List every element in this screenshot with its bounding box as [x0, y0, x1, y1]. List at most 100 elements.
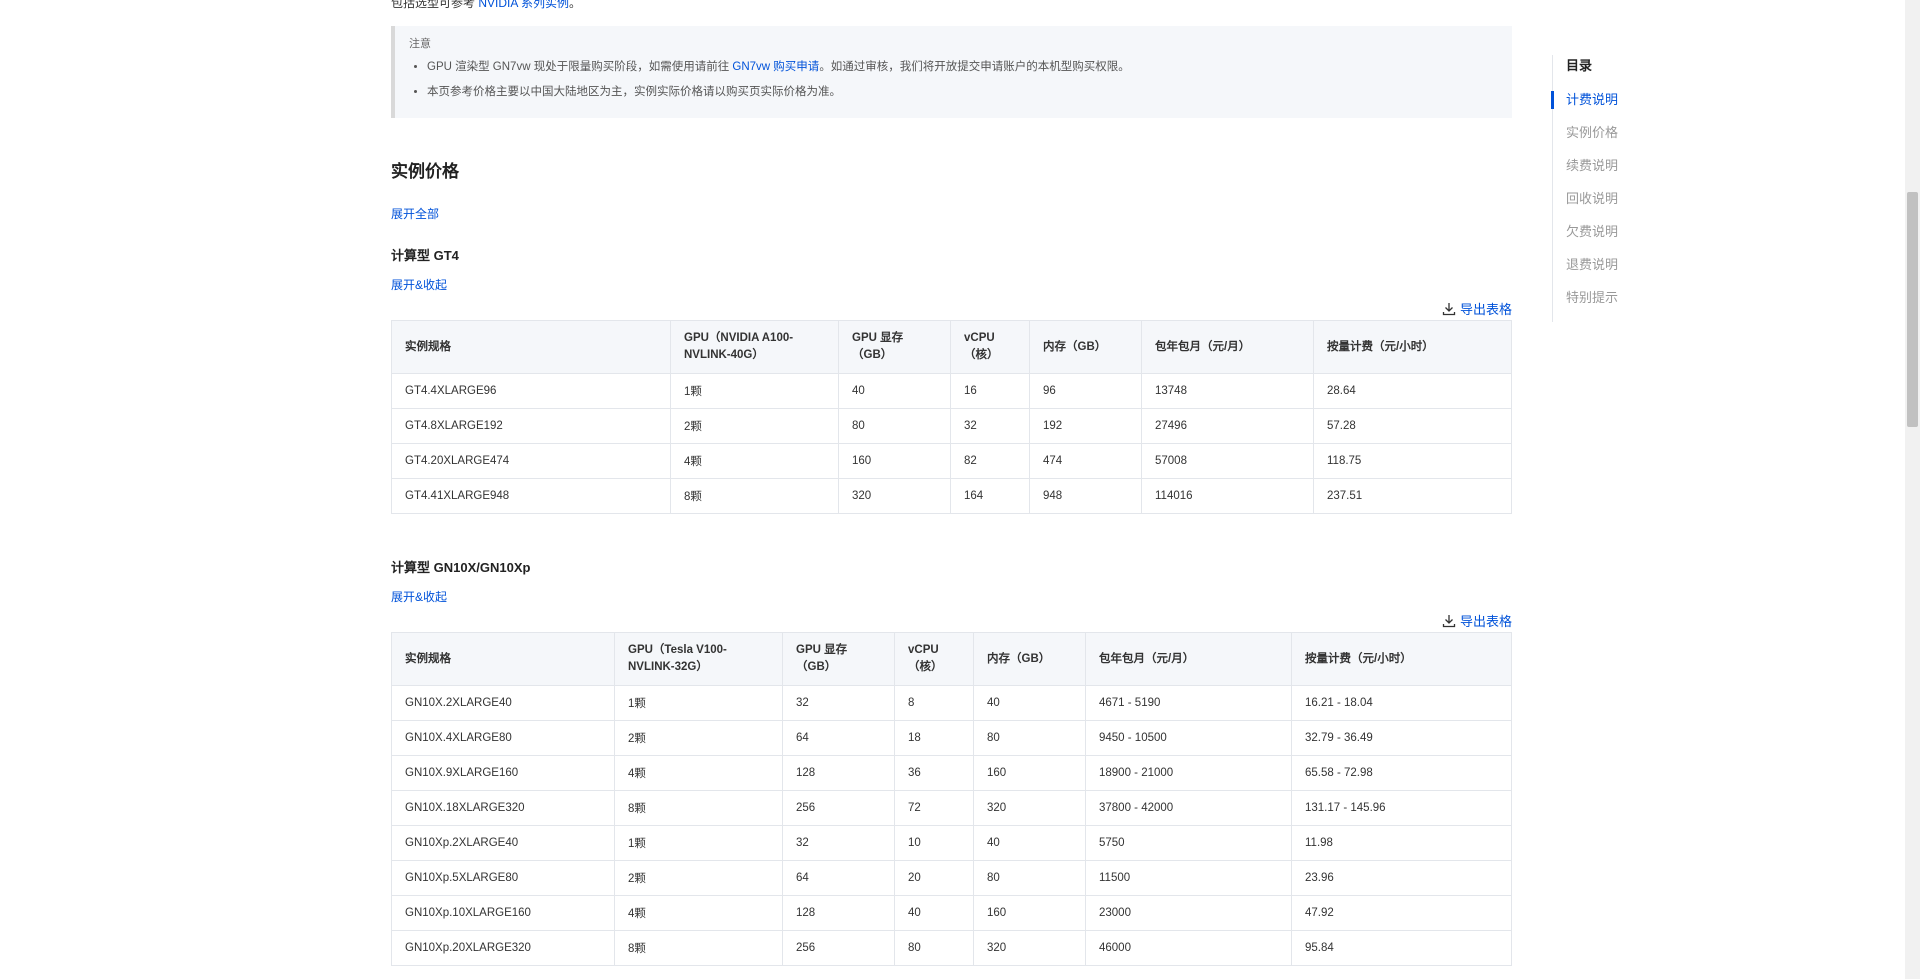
table-cell: 237.51	[1313, 478, 1512, 514]
download-icon	[1442, 614, 1456, 627]
column-header: 按量计费（元/小时）	[1313, 320, 1512, 374]
table-cell: 474	[1029, 443, 1142, 479]
table-cell: 72	[894, 790, 974, 826]
toc-item[interactable]: 计费说明	[1551, 91, 1673, 124]
table-cell: 13748	[1141, 373, 1314, 409]
table-cell: 160	[973, 755, 1086, 791]
table-cell: 131.17 - 145.96	[1291, 790, 1512, 826]
table-cell: GN10Xp.5XLARGE80	[391, 860, 615, 896]
table-cell: GN10X.4XLARGE80	[391, 720, 615, 756]
table-row: GN10X.2XLARGE40 1颗 32 8 40 4671 - 5190 16.21 -…	[391, 685, 1512, 721]
table-cell: GN10Xp.10XLARGE160	[391, 895, 615, 931]
table-cell: 80	[838, 408, 951, 444]
table-cell: GN10X.18XLARGE320	[391, 790, 615, 826]
table-cell: GT4.20XLARGE474	[391, 443, 671, 479]
column-header: 包年包月（元/月）	[1141, 320, 1314, 374]
scrollbar-thumb[interactable]	[1907, 192, 1918, 427]
table-cell: 23000	[1085, 895, 1292, 931]
column-header: 包年包月（元/月）	[1085, 632, 1292, 686]
table-cell: 40	[838, 373, 951, 409]
download-icon	[1442, 302, 1456, 315]
gn10-toggle-link[interactable]: 展开&收起	[391, 588, 447, 605]
toc-item[interactable]: 特别提示	[1553, 289, 1673, 322]
table-row: GN10Xp.5XLARGE80 2颗 64 20 80 11500 23.96	[391, 860, 1512, 896]
page-scrollbar[interactable]	[1905, 0, 1920, 979]
table-cell: 11.98	[1291, 825, 1512, 861]
table-cell: 57.28	[1313, 408, 1512, 444]
toc-item[interactable]: 欠费说明	[1553, 223, 1673, 256]
table-cell: 80	[894, 930, 974, 966]
table-cell: 4颗	[614, 895, 783, 931]
column-header: 实例规格	[391, 632, 615, 686]
column-header: 实例规格	[391, 320, 671, 374]
note-box: 注意 GPU 渲染型 GN7vw 现处于限量购买阶段，如需使用请前往 GN7vw…	[391, 26, 1512, 118]
table-row: GN10Xp.10XLARGE160 4颗 128 40 160 23000 47.92	[391, 895, 1512, 931]
gn7vw-apply-link[interactable]: GN7vw 购买申请	[732, 61, 819, 73]
export-label: 导出表格	[1459, 302, 1512, 317]
table-cell: 57008	[1141, 443, 1314, 479]
gn10-price-table: 实例规格 GPU（Tesla V100-NVLINK-32G） GPU 显存（GB）…	[391, 632, 1512, 966]
table-cell: 28.64	[1313, 373, 1512, 409]
toc-item[interactable]: 续费说明	[1553, 157, 1673, 190]
table-cell: 46000	[1085, 930, 1292, 966]
table-cell: 16.21 - 18.04	[1291, 685, 1512, 721]
table-cell: GN10Xp.20XLARGE320	[391, 930, 615, 966]
column-header: 内存（GB）	[1029, 320, 1142, 374]
table-cell: 1颗	[614, 825, 783, 861]
table-cell: 82	[950, 443, 1030, 479]
note-item-1: GPU 渲染型 GN7vw 现处于限量购买阶段，如需使用请前往 GN7vw 购买…	[427, 58, 1512, 74]
table-cell: 8颗	[670, 478, 839, 514]
table-cell: 20	[894, 860, 974, 896]
table-cell: 320	[973, 930, 1086, 966]
table-cell: 118.75	[1313, 443, 1512, 479]
toc-item[interactable]: 回收说明	[1553, 190, 1673, 223]
table-cell: 4671 - 5190	[1085, 685, 1292, 721]
table-row: GN10X.9XLARGE160 4颗 128 36 160 18900 - 21000 6…	[391, 755, 1512, 791]
table-header-row: 实例规格 GPU（Tesla V100-NVLINK-32G） GPU 显存（GB）…	[391, 632, 1512, 686]
gt4-export-button[interactable]: 导出表格	[1442, 299, 1512, 318]
table-cell: 47.92	[1291, 895, 1512, 931]
nvidia-series-link[interactable]: NVIDIA 系列实例	[478, 0, 569, 10]
toc-item[interactable]: 实例价格	[1553, 124, 1673, 157]
expand-all-link[interactable]: 展开全部	[391, 205, 439, 222]
table-cell: 5750	[1085, 825, 1292, 861]
table-cell: 27496	[1141, 408, 1314, 444]
table-cell: GT4.4XLARGE96	[391, 373, 671, 409]
table-cell: 32	[950, 408, 1030, 444]
table-cell: 2颗	[670, 408, 839, 444]
table-cell: GN10Xp.2XLARGE40	[391, 825, 615, 861]
table-cell: 80	[973, 860, 1086, 896]
table-cell: 32.79 - 36.49	[1291, 720, 1512, 756]
table-cell: 40	[973, 825, 1086, 861]
table-cell: 9450 - 10500	[1085, 720, 1292, 756]
note-title: 注意	[409, 38, 431, 50]
table-of-contents: 目录 计费说明 实例价格 续费说明 回收说明 欠费说明 退费说明 特别提示	[1551, 55, 1673, 322]
table-cell: 256	[782, 930, 895, 966]
table-cell: 160	[838, 443, 951, 479]
table-cell: 256	[782, 790, 895, 826]
table-cell: 2颗	[614, 860, 783, 896]
note-item-1-text: GPU 渲染型 GN7vw 现处于限量购买阶段，如需使用请前往	[427, 61, 733, 73]
gn10-export-button[interactable]: 导出表格	[1442, 611, 1512, 630]
table-cell: 8	[894, 685, 974, 721]
table-cell: 16	[950, 373, 1030, 409]
note-item-2: 本页参考价格主要以中国大陆地区为主，实例实际价格请以购买页实际价格为准。	[427, 83, 1512, 99]
gn10-title: 计算型 GN10X/GN10Xp	[391, 560, 531, 575]
table-cell: 8颗	[614, 930, 783, 966]
table-cell: 1颗	[670, 373, 839, 409]
table-cell: GN10X.9XLARGE160	[391, 755, 615, 791]
table-cell: 23.96	[1291, 860, 1512, 896]
table-row: GN10X.4XLARGE80 2颗 64 18 80 9450 - 10500 32.79…	[391, 720, 1512, 756]
table-cell: 32	[782, 825, 895, 861]
table-cell: 37800 - 42000	[1085, 790, 1292, 826]
column-header: vCPU（核）	[894, 632, 974, 686]
table-cell: 36	[894, 755, 974, 791]
gt4-toggle-link[interactable]: 展开&收起	[391, 276, 447, 293]
toc-item[interactable]: 退费说明	[1553, 256, 1673, 289]
table-cell: 1颗	[614, 685, 783, 721]
table-cell: GT4.8XLARGE192	[391, 408, 671, 444]
table-cell: 65.58 - 72.98	[1291, 755, 1512, 791]
column-header: 内存（GB）	[973, 632, 1086, 686]
column-header: GPU（Tesla V100-NVLINK-32G）	[614, 632, 783, 686]
table-row: GN10Xp.20XLARGE320 8颗 256 80 320 46000 95.84	[391, 930, 1512, 966]
